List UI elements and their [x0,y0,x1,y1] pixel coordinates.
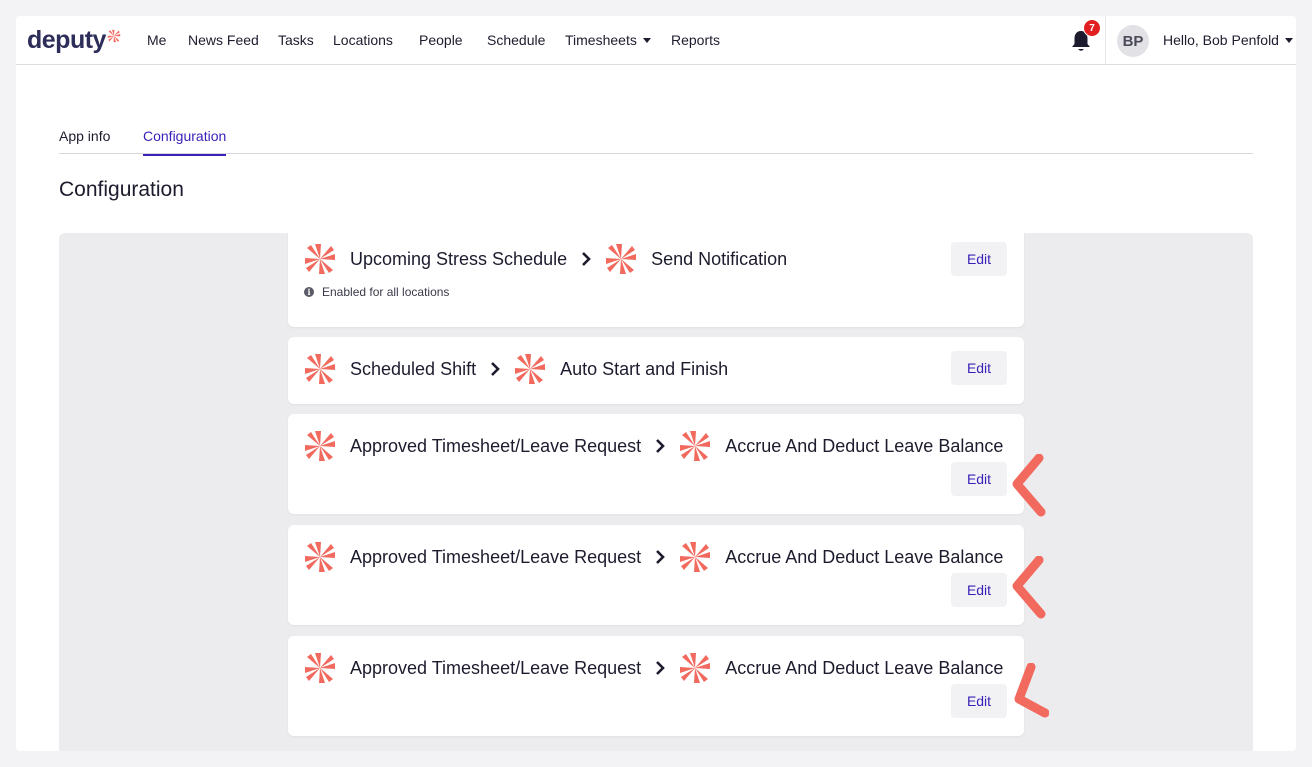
rule-action: Accrue And Deduct Leave Balance [725,546,1004,567]
highlight-arrow-icon [1012,454,1046,517]
highlight-arrow-icon [1014,663,1049,718]
deputy-trigger-icon [303,242,337,276]
rule-row: Scheduled Shift Auto Start and Finish [303,352,728,386]
edit-button[interactable]: Edit [951,242,1007,276]
chevron-down-icon [642,38,651,43]
edit-button[interactable]: Edit [951,684,1007,718]
deputy-trigger-icon [303,651,337,685]
rule-row: Approved Timesheet/Leave Request Accrue … [303,540,1003,574]
nav-item-timesheets-label: Timesheets [565,32,637,48]
deputy-trigger-icon [303,429,337,463]
rule-trigger: Upcoming Stress Schedule [350,248,568,269]
deputy-action-icon [678,651,712,685]
rule-trigger: Approved Timesheet/Leave Request [350,546,642,567]
user-greeting: Hello, Bob Penfold [1163,32,1279,48]
nav-item-people[interactable]: People [419,32,463,48]
deputy-trigger-icon [303,352,337,386]
nav-item-reports[interactable]: Reports [671,32,720,48]
nav-item-news-feed[interactable]: News Feed [188,32,259,48]
notification-badge: 7 [1083,19,1101,37]
chevron-right-icon [655,660,666,676]
tab-configuration[interactable]: Configuration [143,128,227,156]
rule-card: Approved Timesheet/Leave Request Accrue … [288,414,1024,514]
app-window: deputy Me News Feed Tasks Locations Peop… [16,16,1296,751]
nav-item-me[interactable]: Me [147,32,166,48]
edit-button[interactable]: Edit [951,351,1007,385]
rule-row: Approved Timesheet/Leave Request Accrue … [303,651,1003,685]
deputy-trigger-icon [303,540,337,574]
edit-button[interactable]: Edit [951,573,1007,607]
chevron-right-icon [655,438,666,454]
deputy-action-icon [604,242,638,276]
rule-action: Accrue And Deduct Leave Balance [725,657,1004,678]
rule-row: Upcoming Stress Schedule Send Notificati… [303,242,787,276]
info-icon: i [304,287,314,297]
nav-item-schedule[interactable]: Schedule [487,32,545,48]
chevron-down-icon [1284,38,1293,43]
rule-trigger: Approved Timesheet/Leave Request [350,657,642,678]
tab-bar: App info Configuration [59,112,1253,156]
nav-divider [1105,16,1106,65]
user-menu[interactable]: Hello, Bob Penfold [1163,32,1293,48]
edit-button[interactable]: Edit [951,462,1007,496]
rule-note-text: Enabled for all locations [322,285,450,299]
rule-action: Auto Start and Finish [560,358,729,379]
page-title: Configuration [59,178,184,201]
rule-action: Accrue And Deduct Leave Balance [725,435,1004,456]
deputy-action-icon [678,540,712,574]
avatar[interactable]: BP [1117,25,1149,57]
rule-card: Approved Timesheet/Leave Request Accrue … [288,636,1024,736]
chevron-right-icon [490,361,500,377]
rule-row: Approved Timesheet/Leave Request Accrue … [303,429,1003,463]
highlight-arrow-icon [1012,556,1046,619]
rule-card: Approved Timesheet/Leave Request Accrue … [288,525,1024,625]
tab-app-info[interactable]: App info [59,128,110,154]
rule-card: Upcoming Stress Schedule Send Notificati… [288,233,1024,327]
nav-item-timesheets[interactable]: Timesheets [565,32,651,48]
deputy-action-icon [513,352,547,386]
rules-panel: Upcoming Stress Schedule Send Notificati… [59,233,1253,751]
deputy-action-icon [678,429,712,463]
rule-note: i Enabled for all locations [304,285,449,299]
chevron-right-icon [581,251,591,267]
main-nav: Me News Feed Tasks Locations People Sche… [16,16,1296,65]
top-navigation: deputy Me News Feed Tasks Locations Peop… [16,16,1296,65]
chevron-right-icon [655,549,666,565]
nav-item-locations[interactable]: Locations [333,32,393,48]
rule-trigger: Approved Timesheet/Leave Request [350,435,642,456]
rule-trigger: Scheduled Shift [350,358,477,379]
rule-action: Send Notification [651,248,788,269]
nav-item-tasks[interactable]: Tasks [278,32,314,48]
rule-card: Scheduled Shift Auto Start and Finish Ed… [288,337,1024,404]
